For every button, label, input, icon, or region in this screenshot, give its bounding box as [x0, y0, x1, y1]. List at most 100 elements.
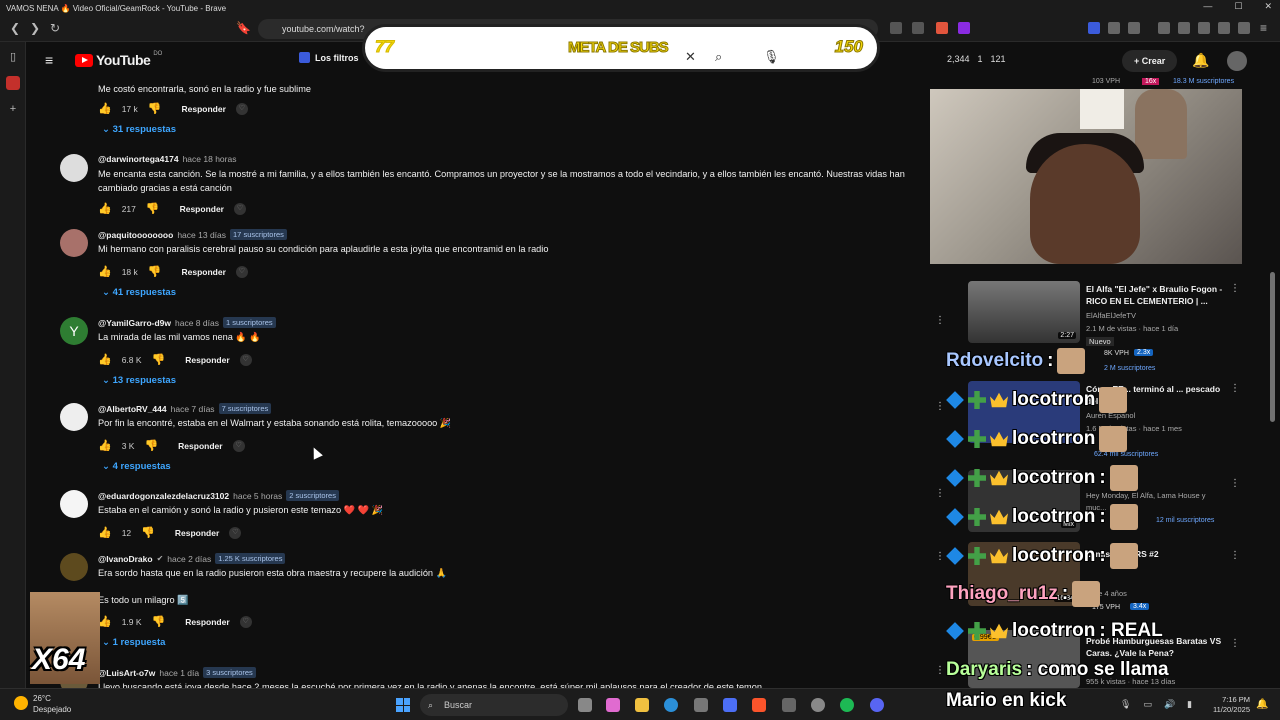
comment-time[interactable]: hace 7 días [171, 404, 215, 414]
like-icon[interactable]: 👍 [98, 353, 112, 366]
replies-toggle[interactable]: ⌄ 1 respuesta [102, 637, 165, 648]
like-icon[interactable]: 👍 [98, 439, 112, 452]
comment-time[interactable]: hace 1 día [159, 668, 199, 678]
avatar[interactable] [60, 154, 88, 182]
more-options-icon[interactable]: ⋮ [1230, 383, 1240, 394]
brave-rewards-icon[interactable] [958, 22, 970, 34]
more-options-icon[interactable]: ⋮ [1230, 638, 1240, 649]
search-icon[interactable]: ⌕ [715, 49, 722, 65]
rec-title[interactable]: El Alfa "El Jefe" x Braulio Fogon - RICO… [1086, 283, 1226, 307]
dislike-icon[interactable]: 👎 [152, 353, 166, 366]
ai-icon[interactable] [1218, 22, 1230, 34]
like-icon[interactable]: 👍 [98, 265, 112, 278]
like-icon[interactable]: 👍 [98, 102, 112, 115]
app-icon[interactable] [723, 698, 737, 712]
dislike-icon[interactable]: 👎 [148, 102, 162, 115]
reply-button[interactable]: Responder [180, 204, 224, 214]
more-options-icon[interactable]: ⋮ [935, 488, 945, 499]
more-options-icon[interactable]: ⋮ [935, 665, 945, 676]
account-avatar[interactable] [1227, 51, 1247, 71]
wallet-icon[interactable] [1128, 22, 1140, 34]
share-icon[interactable] [912, 22, 924, 34]
avatar[interactable] [60, 490, 88, 518]
minimize-icon[interactable]: — [1203, 1, 1212, 12]
more-options-icon[interactable]: ⋮ [1230, 550, 1240, 561]
scrollbar-thumb[interactable] [1270, 272, 1275, 422]
youtube-pin-icon[interactable] [6, 76, 20, 90]
store-icon[interactable] [694, 698, 708, 712]
forward-icon[interactable]: ❯ [30, 21, 40, 35]
dislike-icon[interactable]: 👎 [141, 526, 155, 539]
bookmark-icon[interactable]: 🔖 [236, 21, 251, 35]
more-options-icon[interactable]: ⋮ [935, 401, 945, 412]
filters-chip[interactable]: Los filtros [299, 52, 359, 63]
maximize-icon[interactable]: ☐ [1234, 1, 1242, 12]
avatar[interactable] [60, 229, 88, 257]
like-icon[interactable]: 👍 [98, 615, 112, 628]
youtube-logo[interactable]: YouTube DO [75, 51, 162, 68]
copilot-icon[interactable] [606, 698, 620, 712]
back-icon[interactable]: ❮ [10, 21, 20, 35]
reply-button[interactable]: Responder [175, 528, 219, 538]
comment-time[interactable]: hace 8 días [175, 318, 219, 328]
more-options-icon[interactable]: ⋮ [935, 551, 945, 562]
rec-channel[interactable]: ElAlfaElJefeTV [1086, 311, 1136, 320]
reply-button[interactable]: Responder [181, 267, 225, 277]
volume-icon[interactable]: 🔊 [1164, 699, 1175, 710]
comment-author[interactable]: @YamilGarro-d9w [98, 318, 171, 328]
music-icon[interactable] [1158, 22, 1170, 34]
bell-icon[interactable]: 🔔 [1192, 52, 1209, 69]
more-options-icon[interactable]: ⋮ [1230, 478, 1240, 489]
comment-time[interactable]: hace 5 horas [233, 491, 282, 501]
dislike-icon[interactable]: 👎 [144, 439, 158, 452]
avatar[interactable]: Y [60, 317, 88, 345]
comment-author[interactable]: @LuisArt-o7w [98, 668, 155, 678]
sidebar-toggle-icon[interactable] [1178, 22, 1190, 34]
replies-toggle[interactable]: ⌄ 31 respuestas [102, 124, 176, 135]
clock[interactable]: 7:16 PM 11/20/2025 [1208, 695, 1250, 715]
edge-icon[interactable] [664, 698, 678, 712]
add-icon[interactable]: + [6, 102, 20, 116]
notification-icon[interactable]: 🔔 [1256, 699, 1268, 710]
reply-button[interactable]: Responder [185, 355, 229, 365]
close-window-icon[interactable]: ✕ [1264, 1, 1272, 12]
sidebar-panel-icon[interactable]: ▯ [6, 50, 20, 64]
dislike-icon[interactable]: 👎 [148, 265, 162, 278]
avatar[interactable] [60, 553, 88, 581]
dislike-icon[interactable]: 👎 [152, 615, 166, 628]
like-icon[interactable]: 👍 [98, 526, 112, 539]
avatar[interactable] [60, 403, 88, 431]
obs-icon[interactable] [811, 698, 825, 712]
comment-author[interactable]: @darwinortega4174 [98, 154, 179, 164]
replies-toggle[interactable]: ⌄ 41 respuestas [102, 287, 176, 298]
battery-icon[interactable]: ▮ [1187, 699, 1192, 710]
create-button[interactable]: + Crear [1122, 50, 1178, 72]
taskbar-search[interactable]: ⌕ Buscar [420, 694, 568, 716]
windows-start-icon[interactable] [396, 698, 410, 712]
reply-button[interactable]: Responder [185, 617, 229, 627]
comment-time[interactable]: hace 13 días [177, 230, 226, 240]
discord-icon[interactable] [870, 698, 884, 712]
screen-icon[interactable] [890, 22, 902, 34]
mic-icon[interactable]: 🎙 [1120, 699, 1131, 710]
comment-time[interactable]: hace 2 días [167, 554, 211, 564]
replies-toggle[interactable]: ⌄ 13 respuestas [102, 375, 176, 386]
replies-toggle[interactable]: ⌄ 4 respuestas [102, 461, 171, 472]
file-explorer-icon[interactable] [635, 698, 649, 712]
hamburger-icon[interactable]: ≡ [45, 52, 53, 68]
clear-search-icon[interactable]: ✕ [685, 49, 696, 65]
comment-time[interactable]: hace 18 horas [183, 154, 237, 164]
menu-icon[interactable]: ≡ [1260, 21, 1267, 35]
comment-author[interactable]: @paquitoooooooo [98, 230, 173, 240]
dislike-icon[interactable]: 👎 [146, 202, 160, 215]
puzzle-icon[interactable] [1108, 22, 1120, 34]
comment-author[interactable]: @eduardogonzalezdelacruz3102 [98, 491, 229, 501]
rec-thumbnail[interactable]: 2:27 [968, 281, 1080, 343]
mic-icon[interactable]: 🎙 [763, 49, 780, 65]
spotify-icon[interactable] [840, 698, 854, 712]
like-icon[interactable]: 👍 [98, 202, 112, 215]
more-options-icon[interactable]: ⋮ [1230, 283, 1240, 294]
reload-icon[interactable]: ↻ [50, 21, 60, 35]
brave-icon[interactable] [752, 698, 766, 712]
more-options-icon[interactable]: ⋮ [935, 315, 945, 326]
